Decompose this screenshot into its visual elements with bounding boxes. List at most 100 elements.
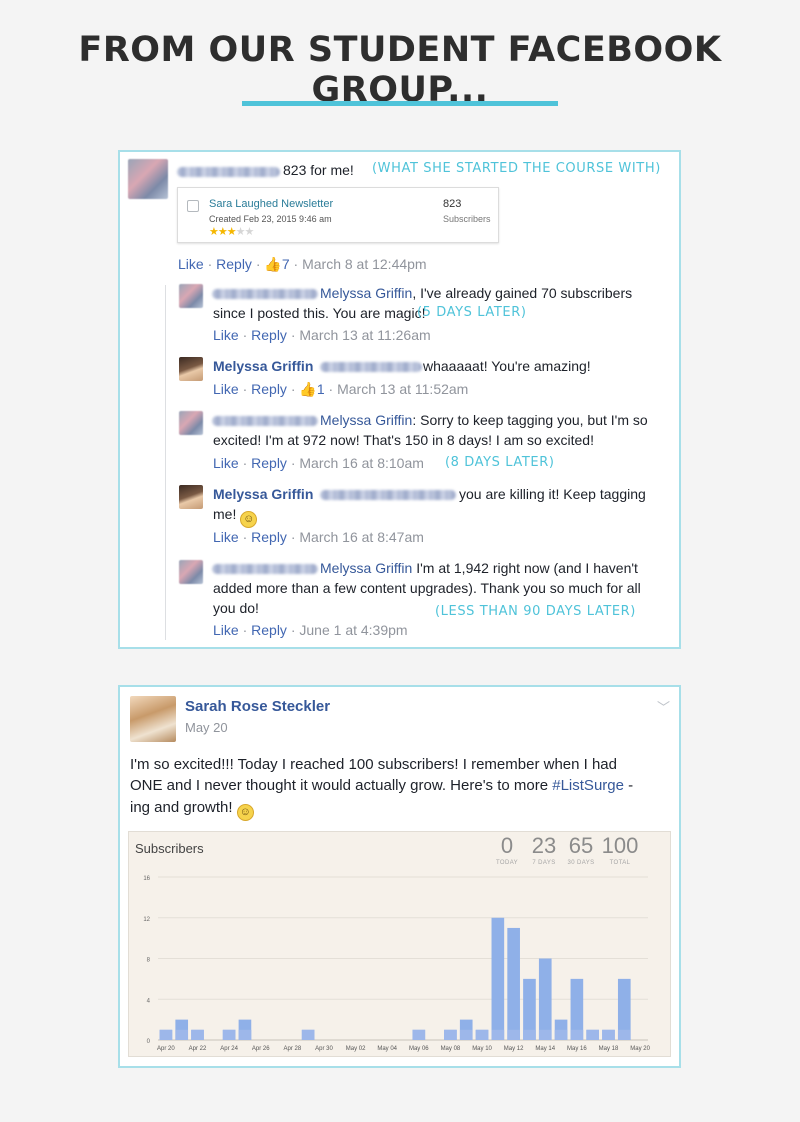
- reply-actions: Like · Reply · 👍1 · March 13 at 11:52am: [213, 381, 469, 397]
- bar-base: [475, 1029, 489, 1040]
- y-tick-label: 16: [143, 876, 150, 882]
- like-link[interactable]: Like: [213, 455, 239, 471]
- reply-text: whaaaaat! You're amazing!: [423, 358, 591, 374]
- newsletter-count: 823: [443, 198, 462, 210]
- post-line: I'm so excited!!! Today I reached 100 su…: [130, 756, 617, 773]
- reply-line: Melyssa Griffin, I've already gained 70 …: [320, 285, 633, 301]
- bar-base: [507, 1029, 520, 1040]
- author-name[interactable]: Melyssa Griffin: [213, 356, 313, 376]
- star-rating: ★★★★★: [209, 226, 254, 238]
- reply-link[interactable]: Reply: [251, 529, 287, 545]
- timestamp[interactable]: June 1 at 4:39pm: [299, 622, 407, 638]
- x-tick-label: May 14: [535, 1046, 555, 1052]
- timestamp[interactable]: March 8 at 12:44pm: [302, 256, 427, 272]
- blurred-name: [212, 289, 318, 299]
- newsletter-checkbox[interactable]: [187, 200, 199, 212]
- mention-link[interactable]: Melyssa Griffin: [320, 560, 412, 576]
- reply-thread-line: [165, 285, 166, 640]
- reply-link[interactable]: Reply: [251, 455, 287, 471]
- author-avatar[interactable]: [179, 357, 203, 381]
- bar-base: [586, 1029, 599, 1040]
- like-link[interactable]: Like: [178, 256, 204, 272]
- commenter-avatar[interactable]: [179, 284, 203, 308]
- reply-line: Melyssa Griffin I'm at 1,942 right now (…: [320, 560, 638, 576]
- y-tick-label: 8: [147, 958, 151, 964]
- bar-base: [538, 1029, 552, 1040]
- x-tick-label: May 16: [567, 1046, 587, 1052]
- thumbs-up-icon: 👍: [299, 381, 317, 397]
- author-avatar[interactable]: [130, 696, 176, 742]
- blurred-name: [320, 490, 456, 500]
- x-tick-label: Apr 22: [189, 1046, 207, 1052]
- bar-base: [459, 1029, 473, 1040]
- timestamp[interactable]: March 13 at 11:52am: [337, 381, 468, 397]
- bar: [491, 917, 505, 1040]
- bar-base: [617, 1029, 631, 1040]
- commenter-avatar[interactable]: [128, 159, 168, 199]
- x-tick-label: May 20: [630, 1046, 650, 1052]
- reply-actions: Like · Reply · March 13 at 11:26am: [213, 327, 431, 343]
- bar-base: [602, 1029, 615, 1040]
- like-link[interactable]: Like: [213, 327, 239, 343]
- bar-base: [523, 1029, 536, 1040]
- timestamp[interactable]: March 13 at 11:26am: [299, 327, 430, 343]
- annotation-start: (WHAT SHE STARTED THE COURSE WITH): [372, 161, 661, 176]
- reply-line: Melyssa Griffin: Sorry to keep tagging y…: [320, 412, 648, 428]
- bar-base: [444, 1029, 457, 1040]
- thumbs-up-icon: 👍: [264, 256, 282, 272]
- like-link[interactable]: Like: [213, 622, 239, 638]
- x-tick-label: Apr 30: [315, 1046, 333, 1052]
- bar-base: [491, 1029, 505, 1040]
- hashtag-link[interactable]: #ListSurge: [552, 777, 624, 794]
- timestamp[interactable]: March 16 at 8:47am: [299, 529, 424, 545]
- reply-line: since I posted this. You are magic!: [213, 305, 426, 321]
- x-tick-label: Apr 28: [284, 1046, 302, 1052]
- y-tick-label: 12: [143, 917, 150, 923]
- newsletter-created: Created Feb 23, 2015 9:46 am: [209, 214, 332, 224]
- commenter-avatar[interactable]: [179, 560, 203, 584]
- blurred-name: [320, 362, 422, 372]
- author-avatar[interactable]: [179, 485, 203, 509]
- newsletter-attachment[interactable]: Sara Laughed Newsletter Created Feb 23, …: [177, 187, 499, 243]
- x-tick-label: May 04: [377, 1046, 397, 1052]
- like-link[interactable]: Like: [213, 381, 239, 397]
- bar-base: [159, 1029, 173, 1040]
- blurred-name: [212, 564, 318, 574]
- reply-line: you are killing it! Keep tagging: [459, 486, 646, 502]
- bar: [538, 958, 552, 1040]
- author-name[interactable]: Melyssa Griffin: [213, 484, 313, 504]
- reply-link[interactable]: Reply: [216, 256, 252, 272]
- bar-base: [222, 1029, 236, 1040]
- bar-base: [175, 1029, 189, 1040]
- y-tick-label: 0: [147, 1039, 151, 1045]
- bar-base: [554, 1029, 568, 1040]
- x-tick-label: May 12: [504, 1046, 524, 1052]
- annotation-5-days: (5 DAYS LATER): [417, 305, 527, 320]
- smiley-emoji-icon: ☺: [236, 804, 254, 821]
- x-tick-label: May 06: [409, 1046, 429, 1052]
- reply-line: you do!: [213, 600, 259, 616]
- reply-line: added more than a few content upgrades).…: [213, 580, 641, 596]
- reply-link[interactable]: Reply: [251, 327, 287, 343]
- commenter-avatar[interactable]: [179, 411, 203, 435]
- x-tick-label: Apr 20: [157, 1046, 175, 1052]
- like-count[interactable]: 7: [282, 256, 290, 272]
- like-link[interactable]: Like: [213, 529, 239, 545]
- bar-base: [570, 1029, 584, 1040]
- chevron-down-icon[interactable]: ﹀: [657, 697, 670, 716]
- bar-base: [191, 1029, 204, 1040]
- reply-line: excited! I'm at 972 now! That's 150 in 8…: [213, 432, 594, 448]
- bar-base: [412, 1029, 426, 1040]
- reply-link[interactable]: Reply: [251, 622, 287, 638]
- x-tick-label: May 18: [599, 1046, 619, 1052]
- x-tick-label: May 02: [346, 1046, 366, 1052]
- reply-link[interactable]: Reply: [251, 381, 287, 397]
- author-name[interactable]: Sarah Rose Steckler: [185, 697, 330, 717]
- page-headline: FROM OUR STUDENT FACEBOOK GROUP...: [78, 30, 722, 110]
- post-date[interactable]: May 20: [185, 720, 228, 735]
- timestamp[interactable]: March 16 at 8:10am: [299, 455, 424, 471]
- mention-link[interactable]: Melyssa Griffin: [320, 285, 412, 301]
- mention-link[interactable]: Melyssa Griffin: [320, 412, 412, 428]
- x-tick-label: May 08: [441, 1046, 461, 1052]
- like-count[interactable]: 1: [317, 381, 325, 397]
